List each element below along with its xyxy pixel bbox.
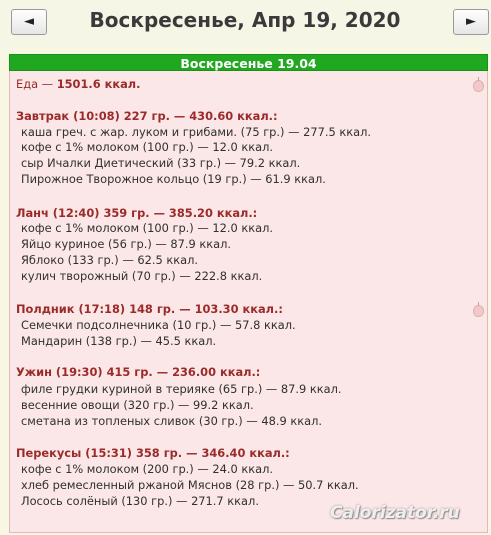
food-item: кофе с 1% молоком (200 гр.) — 24.0 ккал. — [21, 462, 274, 476]
food-item: Пирожное Творожное кольцо (19 гр.) — 61.… — [21, 172, 326, 186]
meal-header-dinner: Ужин (19:30) 415 гр. — 236.00 ккал.: — [16, 365, 261, 379]
diary-panel: Еда — 1501.6 ккал. Завтрак (10:08) 227 г… — [9, 71, 488, 533]
food-item: каша греч. с жар. луком и грибами. (75 г… — [21, 125, 371, 139]
food-item: Яблоко (133 гр.) — 62.5 ккал. — [21, 253, 198, 267]
food-item: кофе с 1% молоком (100 гр.) — 12.0 ккал. — [21, 140, 274, 154]
day-header: Воскресенье 19.04 — [9, 54, 488, 71]
apple-icon[interactable] — [473, 77, 484, 92]
date-navigation-bar: ◄ Воскресенье, Апр 19, 2020 ► — [0, 0, 491, 48]
meal-header-snacks: Перекусы (15:31) 358 гр. — 346.40 ккал.: — [16, 446, 290, 460]
apple-icon[interactable] — [473, 302, 484, 317]
daily-total: Еда — 1501.6 ккал. — [16, 77, 140, 91]
previous-day-button[interactable]: ◄ — [11, 9, 47, 35]
meal-header-lunch: Ланч (12:40) 359 гр. — 385.20 ккал.: — [16, 206, 258, 220]
food-item: кулич творожный (70 гр.) — 222.8 ккал. — [21, 269, 263, 283]
daily-total-value: 1501.6 ккал. — [56, 77, 141, 91]
watermark: Calorizator.ru — [330, 503, 460, 523]
food-item: кофе с 1% молоком (100 гр.) — 12.0 ккал. — [21, 221, 274, 235]
page-title: Воскресенье, Апр 19, 2020 — [89, 8, 401, 32]
food-item: сыр Ичалки Диетический (33 гр.) — 79.2 к… — [21, 156, 301, 170]
food-item: весенние овощи (320 гр.) — 99.2 ккал. — [21, 398, 254, 412]
next-day-button[interactable]: ► — [453, 9, 489, 35]
meal-header-snack: Полдник (17:18) 148 гр. — 103.30 ккал.: — [16, 302, 283, 316]
food-item: сметана из топленых сливок (30 гр.) — 48… — [21, 414, 322, 428]
food-item: Лосось солёный (130 гр.) — 271.7 ккал. — [21, 494, 259, 508]
food-item: хлеб ремесленный ржаной Мяснов (28 гр.) … — [21, 478, 359, 492]
food-item: Семечки подсолнечника (10 гр.) — 57.8 кк… — [21, 318, 296, 332]
food-item: Мандарин (138 гр.) — 45.5 ккал. — [21, 334, 217, 348]
meal-header-breakfast: Завтрак (10:08) 227 гр. — 430.60 ккал.: — [16, 109, 278, 123]
daily-total-label: Еда — — [16, 77, 57, 91]
food-item: Яйцо куриное (56 гр.) — 87.9 ккал. — [21, 237, 232, 251]
food-item: филе грудки куриной в терияке (65 гр.) —… — [21, 382, 342, 396]
